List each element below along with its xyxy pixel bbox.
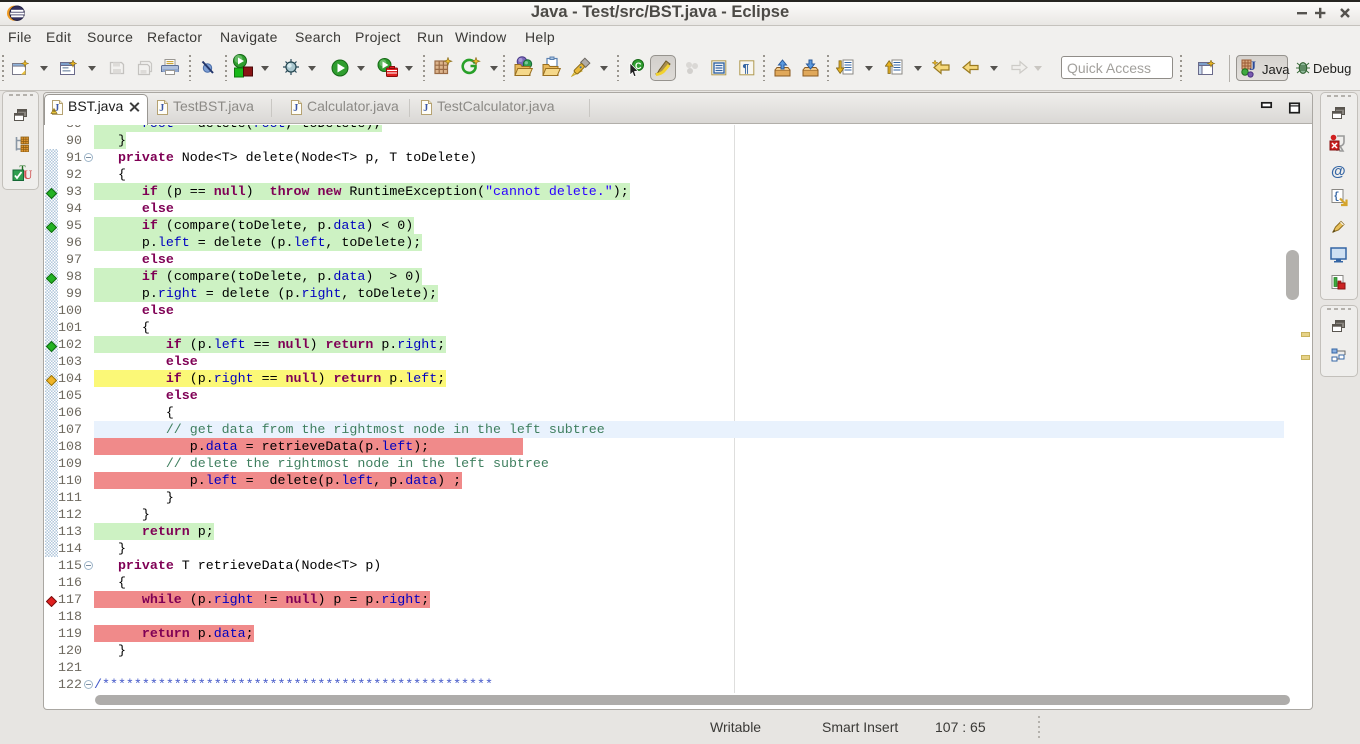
svg-text:J: J — [423, 103, 428, 114]
svg-text:U: U — [23, 167, 32, 182]
svg-text:{: { — [1334, 191, 1340, 203]
svg-text:J: J — [1250, 58, 1257, 73]
svg-text:¶: ¶ — [743, 62, 750, 76]
svg-text:J: J — [293, 103, 298, 114]
svg-text:J: J — [159, 103, 164, 114]
